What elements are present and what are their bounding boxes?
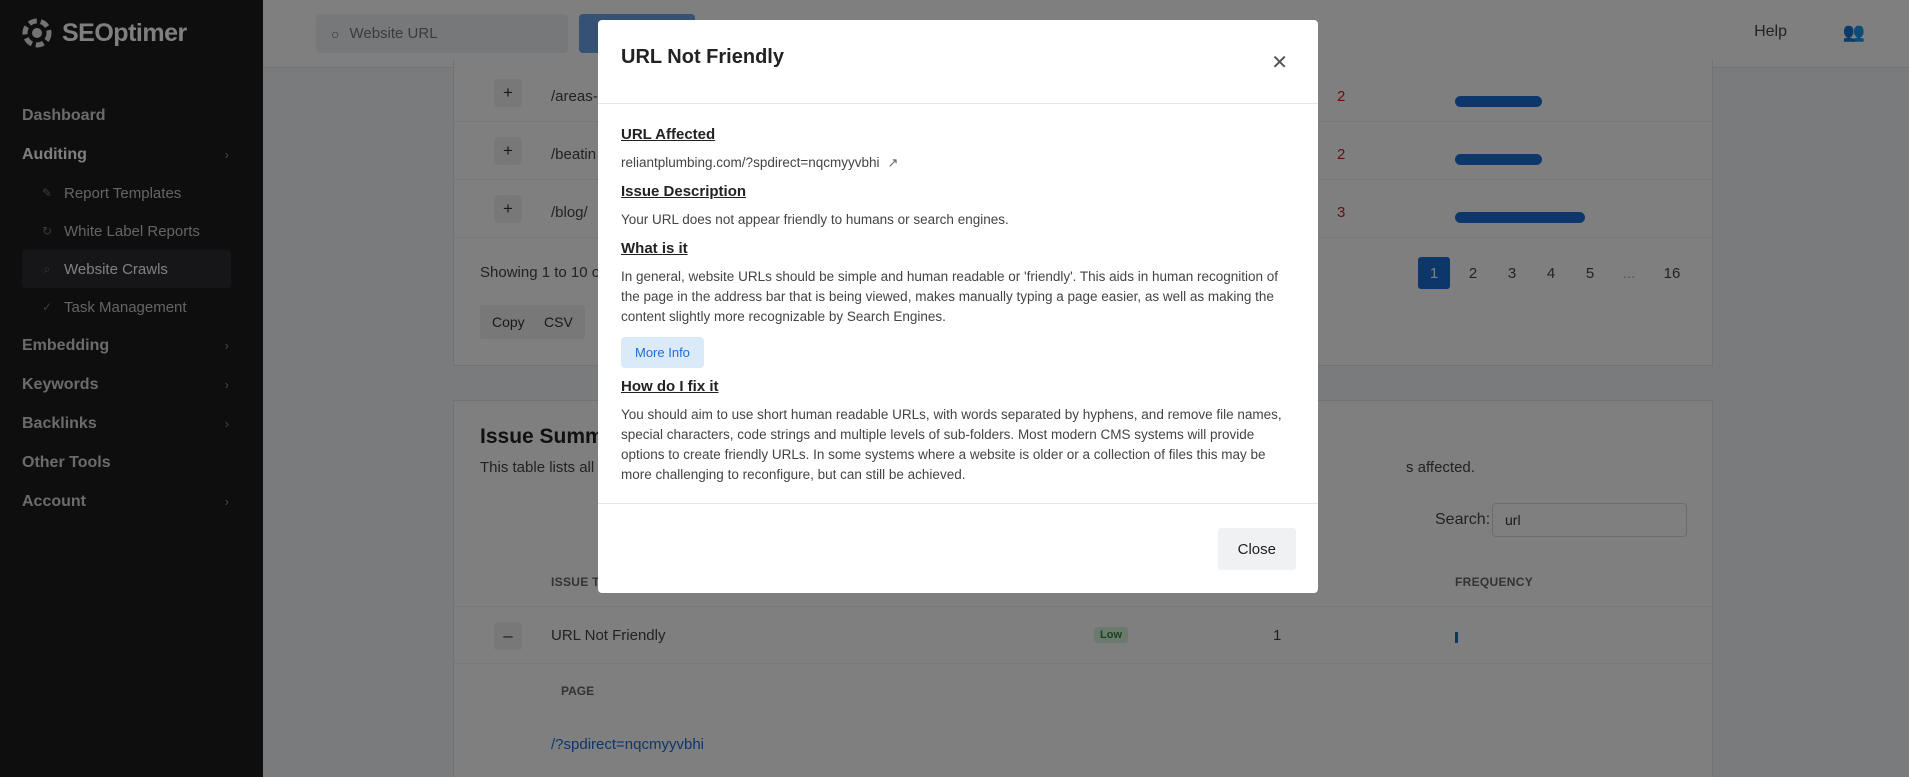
issue-description-text: Your URL does not appear friendly to hum… [621, 212, 1009, 227]
close-button[interactable]: Close [1217, 528, 1296, 570]
issue-detail-modal: URL Not Friendly ✕ URL Affected reliantp… [598, 20, 1318, 593]
more-info-button[interactable]: More Info [621, 337, 704, 368]
issue-description-heading: Issue Description [621, 183, 747, 200]
close-icon[interactable]: ✕ [1271, 50, 1288, 75]
modal-footer: Close [598, 503, 1318, 593]
url-affected-link[interactable]: reliantplumbing.com/?spdirect=nqcmyyvbhi [621, 153, 880, 173]
how-fix-heading: How do I fix it [621, 378, 719, 395]
modal-header: URL Not Friendly ✕ [598, 20, 1318, 104]
external-link-icon[interactable]: ↗ [888, 153, 899, 173]
url-affected-heading: URL Affected [621, 126, 716, 143]
how-fix-text: You should aim to use short human readab… [621, 407, 1282, 482]
what-is-it-heading: What is it [621, 240, 688, 257]
url-affected-line: reliantplumbing.com/?spdirect=nqcmyyvbhi… [621, 153, 1296, 173]
modal-title: URL Not Friendly [621, 46, 784, 68]
modal-body: URL Affected reliantplumbing.com/?spdire… [621, 126, 1296, 495]
what-is-it-text: In general, website URLs should be simpl… [621, 269, 1279, 324]
